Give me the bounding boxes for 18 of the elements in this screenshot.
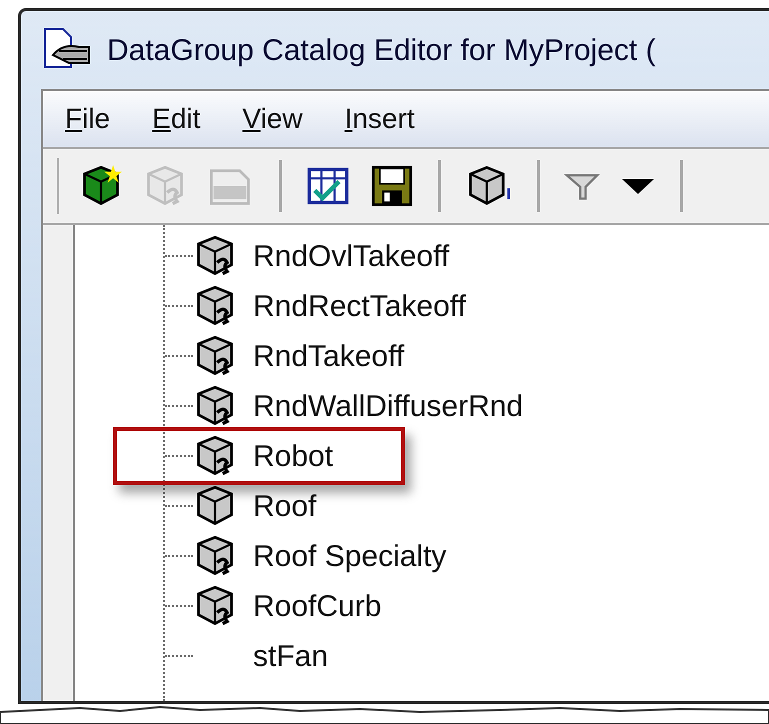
- menu-item[interactable]: File: [65, 98, 110, 140]
- menu-item[interactable]: View: [242, 98, 303, 140]
- tree-item[interactable]: RndOvlTakeoff: [253, 234, 450, 278]
- toolbar-button[interactable]: [370, 164, 414, 208]
- save-icon: [370, 164, 414, 208]
- tree-item[interactable]: RoofCurb: [253, 584, 382, 628]
- tree-item[interactable]: Roof Specialty: [253, 534, 446, 578]
- menu-item[interactable]: Edit: [152, 98, 200, 140]
- tree-item[interactable]: Roof: [253, 484, 316, 528]
- tree-item[interactable]: stFan: [253, 634, 328, 678]
- tree-item[interactable]: RndTakeoff: [253, 334, 404, 378]
- window-title: DataGroup Catalog Editor for MyProject (: [107, 32, 656, 68]
- caret-icon: [620, 176, 656, 196]
- toolbar-button[interactable]: [620, 176, 656, 196]
- tree-item[interactable]: RndWallDiffuserRnd: [253, 384, 524, 428]
- menu-item[interactable]: Insert: [344, 98, 415, 140]
- tree-item[interactable]: RndRectTakeoff: [253, 284, 466, 328]
- tree-item[interactable]: Robot: [253, 434, 334, 478]
